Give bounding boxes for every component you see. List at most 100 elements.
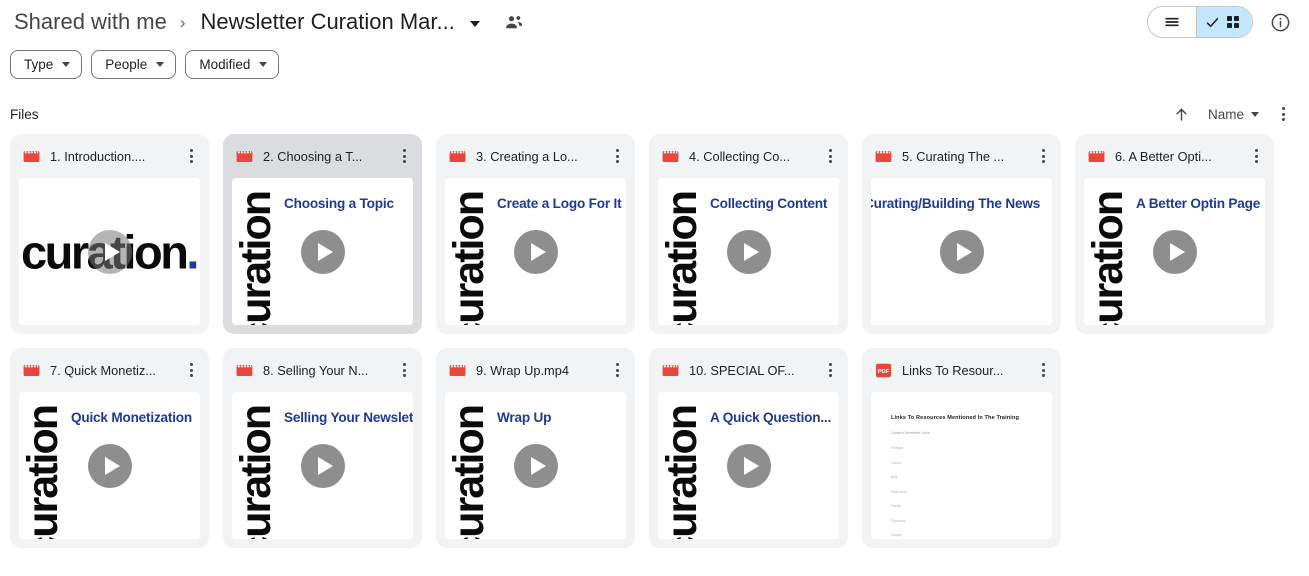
file-card[interactable]: 6. A Better Opti... .curation A Better Op…	[1075, 134, 1274, 334]
video-file-icon	[1087, 147, 1106, 166]
arrow-up-icon[interactable]	[1166, 98, 1198, 130]
slide-title: Selling Your Newslett	[284, 410, 413, 425]
file-card-thumbnail[interactable]: .curation Create a Logo For It	[445, 178, 626, 325]
file-card-thumbnail[interactable]: .curation A Better Optin Page	[1084, 178, 1265, 325]
svg-text:PDF: PDF	[878, 369, 890, 375]
file-card-thumbnail[interactable]: .curation Choosing a Topic	[232, 178, 413, 325]
play-button[interactable]	[939, 229, 984, 274]
file-card-more-icon[interactable]	[392, 142, 416, 170]
slide-title: Quick Monetization	[71, 410, 193, 425]
file-card[interactable]: 4. Collecting Co... .curation Collecting …	[649, 134, 848, 334]
file-card-name: 7. Quick Monetiz...	[50, 362, 156, 378]
file-card-name: 6. A Better Opti...	[1115, 148, 1212, 164]
play-button[interactable]	[1152, 229, 1197, 274]
play-button[interactable]	[513, 443, 558, 488]
slide-title: A Quick Question...	[710, 410, 832, 425]
chevron-down-icon	[259, 62, 268, 67]
file-card-more-icon[interactable]	[605, 142, 629, 170]
brand-wordmark: .curation	[1084, 192, 1132, 325]
file-card[interactable]: 10. SPECIAL OF... .curation A Quick Quest…	[649, 348, 848, 548]
pdf-preview-heading: Links To Resources Mentioned In The Trai…	[891, 415, 1019, 421]
file-card-more-icon[interactable]	[1244, 142, 1268, 170]
file-card-more-icon[interactable]	[1031, 142, 1055, 170]
file-card-thumbnail[interactable]: .curation A Quick Question...	[658, 392, 839, 539]
sort-by-dropdown[interactable]: Name	[1200, 107, 1265, 122]
file-card-thumbnail[interactable]: .curation Quick Monetization	[19, 392, 200, 539]
video-slide-preview: Curating/Building The News	[871, 178, 1052, 325]
people-shared-icon[interactable]	[504, 12, 524, 32]
file-card-more-icon[interactable]	[179, 356, 203, 384]
play-button[interactable]	[87, 229, 132, 274]
file-card[interactable]: 8. Selling Your N... .curation Selling Yo…	[223, 348, 422, 548]
file-card[interactable]: 3. Creating a Lo... .curation Create a Lo…	[436, 134, 635, 334]
file-card-thumbnail[interactable]: Links To Resources Mentioned In The Trai…	[871, 392, 1052, 539]
file-card-name: 9. Wrap Up.mp4	[476, 362, 569, 378]
filter-chip-people[interactable]: People	[91, 50, 177, 79]
file-card-name: 8. Selling Your N...	[263, 362, 369, 378]
pdf-preview: Links To Resources Mentioned In The Trai…	[871, 392, 1052, 539]
brand-wordmark: .curation	[658, 192, 706, 325]
pdf-preview-line: MailChimp	[891, 489, 908, 494]
file-card[interactable]: 1. Introduction.... curation.	[10, 134, 209, 334]
file-card-thumbnail[interactable]: .curation Wrap Up	[445, 392, 626, 539]
kebab-menu-icon[interactable]	[1267, 98, 1299, 130]
file-card[interactable]: 2. Choosing a T... .curation Choosing a T…	[223, 134, 422, 334]
slide-title: Curating/Building The News	[871, 196, 1041, 211]
file-card-more-icon[interactable]	[818, 356, 842, 384]
info-circle-icon[interactable]	[1263, 5, 1297, 39]
slide-title: Collecting Content	[710, 196, 828, 211]
play-button[interactable]	[87, 443, 132, 488]
list-view-icon[interactable]	[1148, 7, 1196, 37]
file-card[interactable]: 7. Quick Monetiz... .curation Quick Monet…	[10, 348, 209, 548]
view-toggle[interactable]	[1147, 6, 1253, 38]
breadcrumb-root[interactable]: Shared with me	[10, 7, 171, 37]
file-card-header: 2. Choosing a T...	[223, 134, 422, 178]
play-button[interactable]	[300, 443, 345, 488]
file-card-header: 4. Collecting Co...	[649, 134, 848, 178]
video-file-icon	[448, 147, 467, 166]
chevron-down-icon	[62, 62, 71, 67]
play-button[interactable]	[300, 229, 345, 274]
file-card[interactable]: 5. Curating The ... Curating/Building The…	[862, 134, 1061, 334]
file-card-more-icon[interactable]	[179, 142, 203, 170]
file-grid: 1. Introduction.... curation. 2. Choosing…	[0, 134, 1309, 548]
play-button[interactable]	[726, 229, 771, 274]
pdf-preview-subheading: Curation Newsletter Links	[891, 431, 930, 436]
file-card-header: PDF Links To Resour...	[862, 348, 1061, 392]
chevron-down-icon[interactable]	[469, 21, 480, 27]
video-file-icon	[235, 361, 254, 380]
brand-wordmark: .curation	[232, 406, 280, 539]
file-card-more-icon[interactable]	[605, 356, 629, 384]
pdf-preview-line: Pixabay	[891, 446, 904, 451]
breadcrumb-current[interactable]: Newsletter Curation Mar...	[197, 7, 457, 37]
file-card-name: 5. Curating The ...	[902, 148, 1005, 164]
video-slide-preview: .curation Wrap Up	[445, 392, 626, 539]
filter-chip-modified[interactable]: Modified	[185, 50, 280, 79]
file-card-thumbnail[interactable]: curation.	[19, 178, 200, 325]
video-file-icon	[661, 361, 680, 380]
grid-view-icon[interactable]	[1196, 7, 1252, 37]
breadcrumb: Shared with me › Newsletter Curation Mar…	[10, 7, 524, 37]
section-controls: Name	[1166, 98, 1299, 130]
file-card-more-icon[interactable]	[1031, 356, 1055, 384]
file-card-thumbnail[interactable]: Curating/Building The News	[871, 178, 1052, 325]
play-button[interactable]	[513, 229, 558, 274]
file-card[interactable]: PDF Links To Resour... Links To Resources…	[862, 348, 1061, 548]
file-card-name: 3. Creating a Lo...	[476, 148, 578, 164]
file-card-header: 3. Creating a Lo...	[436, 134, 635, 178]
filter-chip-type[interactable]: Type	[10, 50, 83, 79]
file-card-thumbnail[interactable]: .curation Collecting Content	[658, 178, 839, 325]
file-card[interactable]: 9. Wrap Up.mp4 .curation Wrap Up	[436, 348, 635, 548]
video-file-icon	[448, 361, 467, 380]
play-button[interactable]	[726, 443, 771, 488]
file-card-more-icon[interactable]	[392, 356, 416, 384]
sort-by-label: Name	[1207, 106, 1244, 122]
brand-wordmark: .curation	[658, 406, 706, 539]
filter-chip-people-label: People	[105, 57, 148, 72]
slide-title: A Better Optin Page	[1136, 196, 1261, 211]
video-slide-preview: .curation Create a Logo For It	[445, 178, 626, 325]
file-card-more-icon[interactable]	[818, 142, 842, 170]
file-card-thumbnail[interactable]: .curation Selling Your Newslett	[232, 392, 413, 539]
file-card-name: 2. Choosing a T...	[263, 148, 363, 164]
file-card-header: 10. SPECIAL OF...	[649, 348, 848, 392]
